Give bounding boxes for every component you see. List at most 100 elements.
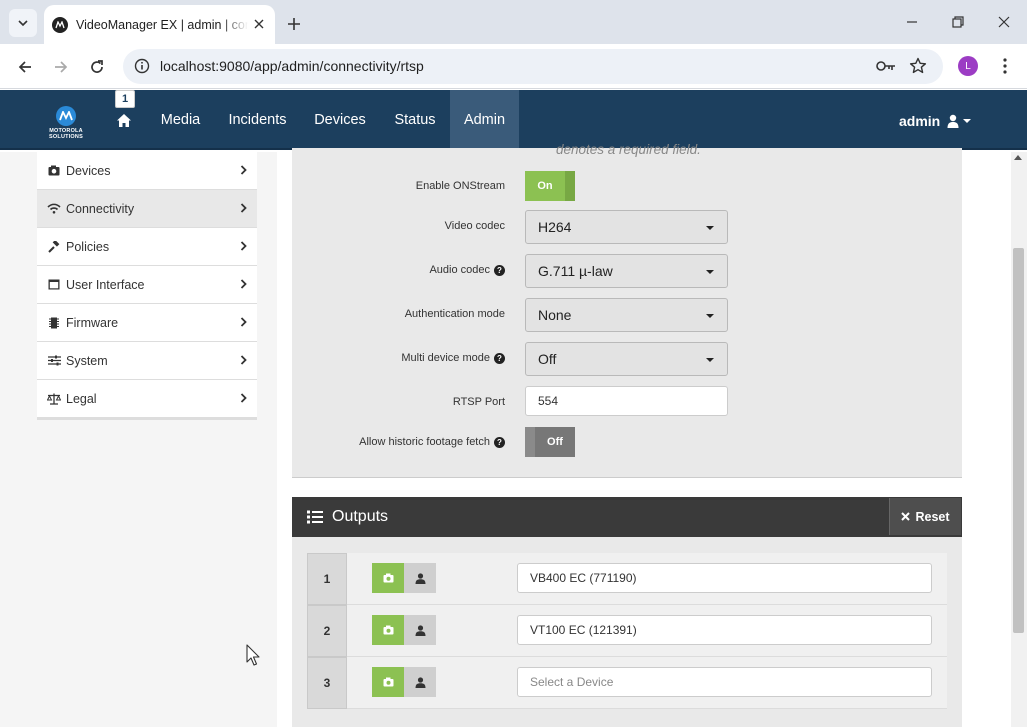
enable-onstream-label: Enable ONStream bbox=[415, 180, 505, 192]
historic-fetch-row: Allow historic footage fetch? Off bbox=[292, 426, 962, 460]
rtsp-port-input[interactable]: 554 bbox=[525, 386, 728, 416]
plus-icon bbox=[288, 18, 300, 30]
nav-devices[interactable]: Devices bbox=[305, 90, 375, 150]
nav-incidents[interactable]: Incidents bbox=[220, 90, 295, 150]
help-icon[interactable]: ? bbox=[494, 264, 505, 276]
scrollbar-thumb[interactable] bbox=[1013, 248, 1024, 633]
required-field-note: denotes a required field. bbox=[556, 142, 701, 157]
sidebar-item-label: User Interface bbox=[66, 277, 145, 292]
output-device-input[interactable]: VB400 EC (771190) bbox=[517, 563, 932, 593]
output-number: 3 bbox=[307, 657, 347, 709]
user-menu[interactable]: admin bbox=[899, 110, 972, 132]
gavel-icon bbox=[47, 240, 61, 254]
close-tab-icon[interactable] bbox=[251, 16, 267, 32]
historic-fetch-label: Allow historic footage fetch? bbox=[359, 436, 505, 448]
tab-search-button[interactable] bbox=[9, 9, 37, 37]
close-icon bbox=[901, 512, 911, 521]
tab-title: VideoManager EX | admin | connectivity bbox=[76, 17, 248, 32]
reset-button[interactable]: Reset bbox=[889, 498, 961, 535]
sidebar-divider bbox=[37, 418, 257, 420]
url-text[interactable]: localhost:9080/app/admin/connectivity/rt… bbox=[160, 58, 424, 74]
rtsp-settings-form: denotes a required field. Enable ONStrea… bbox=[292, 142, 962, 478]
restore-button[interactable] bbox=[946, 10, 970, 34]
chevron-right-icon bbox=[239, 278, 247, 290]
enable-onstream-toggle[interactable]: On bbox=[525, 171, 575, 201]
browser-tab[interactable]: VideoManager EX | admin | connectivity bbox=[44, 5, 275, 44]
minimize-button[interactable] bbox=[900, 10, 924, 34]
sidebar-item-firmware[interactable]: Firmware bbox=[37, 304, 257, 342]
site-info-icon[interactable] bbox=[133, 57, 151, 75]
multi-device-select[interactable]: Off bbox=[525, 342, 728, 376]
rtsp-port-row: RTSP Port 554 bbox=[292, 386, 962, 420]
address-bar[interactable]: localhost:9080/app/admin/connectivity/rt… bbox=[123, 49, 943, 84]
camera-icon bbox=[383, 625, 393, 635]
reload-button[interactable] bbox=[84, 54, 110, 80]
nav-media[interactable]: Media bbox=[150, 90, 211, 150]
camera-icon bbox=[383, 573, 393, 583]
sidebar-item-system[interactable]: System bbox=[37, 342, 257, 380]
sidebar-item-legal[interactable]: Legal bbox=[37, 380, 257, 418]
output-device-input[interactable]: Select a Device bbox=[517, 667, 932, 697]
admin-sidebar: Devices Connectivity Policies User Inter… bbox=[37, 152, 257, 420]
profile-avatar[interactable]: L bbox=[958, 56, 978, 76]
select-value: G.711 µ-law bbox=[538, 263, 613, 279]
outputs-header: Outputs Reset bbox=[292, 497, 962, 537]
sliders-icon bbox=[47, 354, 61, 368]
audio-codec-select[interactable]: G.711 µ-law bbox=[525, 254, 728, 288]
caret-down-icon bbox=[706, 270, 714, 274]
scroll-up-arrow-icon[interactable] bbox=[1014, 155, 1022, 160]
device-type-camera-button[interactable] bbox=[372, 667, 404, 697]
reload-icon bbox=[91, 60, 103, 73]
chevron-right-icon bbox=[239, 354, 247, 366]
sidebar-item-label: Firmware bbox=[66, 315, 119, 330]
video-codec-select[interactable]: H264 bbox=[525, 210, 728, 244]
video-codec-label: Video codec bbox=[444, 220, 505, 232]
sidebar-item-connectivity[interactable]: Connectivity bbox=[37, 190, 257, 228]
sidebar-item-label: Policies bbox=[66, 239, 110, 254]
browser-menu-icon[interactable] bbox=[995, 55, 1015, 77]
auth-mode-select[interactable]: None bbox=[525, 298, 728, 332]
user-icon bbox=[947, 114, 959, 128]
device-type-user-button[interactable] bbox=[404, 563, 436, 593]
motorola-m-icon bbox=[56, 106, 76, 126]
notification-badge: 1 bbox=[115, 90, 135, 108]
device-type-camera-button[interactable] bbox=[372, 563, 404, 593]
back-button[interactable] bbox=[12, 54, 38, 80]
user-icon bbox=[415, 676, 425, 688]
bookmark-star-icon[interactable] bbox=[908, 56, 928, 76]
output-device-input[interactable]: VT100 EC (121391) bbox=[517, 615, 932, 645]
restore-icon bbox=[952, 16, 964, 28]
toggle-state: Off bbox=[535, 427, 575, 457]
nav-admin[interactable]: Admin bbox=[450, 90, 519, 150]
close-icon bbox=[998, 16, 1010, 28]
output-number: 2 bbox=[307, 605, 347, 657]
toggle-state: On bbox=[525, 171, 565, 201]
forward-button[interactable] bbox=[48, 54, 74, 80]
sidebar-item-policies[interactable]: Policies bbox=[37, 228, 257, 266]
sidebar-item-label: Legal bbox=[66, 391, 97, 406]
sidebar-item-user-interface[interactable]: User Interface bbox=[37, 266, 257, 304]
multi-device-row: Multi device mode? Off bbox=[292, 342, 962, 376]
device-type-user-button[interactable] bbox=[404, 667, 436, 697]
help-icon[interactable]: ? bbox=[494, 352, 505, 364]
camera-icon bbox=[47, 164, 61, 178]
outputs-title: Outputs bbox=[306, 497, 388, 537]
sidebar-item-label: System bbox=[66, 353, 108, 368]
mouse-cursor-icon bbox=[246, 644, 260, 666]
device-type-camera-button[interactable] bbox=[372, 615, 404, 645]
new-tab-button[interactable] bbox=[282, 12, 306, 36]
sidebar-item-devices[interactable]: Devices bbox=[37, 152, 257, 190]
output-row: 3 Select a Device bbox=[307, 657, 947, 709]
nav-status[interactable]: Status bbox=[385, 90, 445, 150]
motorola-logo[interactable]: MOTOROLA SOLUTIONS bbox=[44, 106, 88, 142]
password-key-icon[interactable] bbox=[875, 57, 897, 75]
help-icon[interactable]: ? bbox=[494, 436, 505, 448]
sidebar-item-label: Connectivity bbox=[66, 201, 135, 216]
close-window-button[interactable] bbox=[992, 10, 1016, 34]
audio-codec-label: Audio codec? bbox=[429, 264, 505, 276]
chevron-right-icon bbox=[239, 164, 247, 176]
toggle-knob bbox=[565, 171, 575, 201]
historic-fetch-toggle[interactable]: Off bbox=[525, 427, 575, 457]
device-type-user-button[interactable] bbox=[404, 615, 436, 645]
logo-text: MOTOROLA SOLUTIONS bbox=[49, 128, 83, 140]
